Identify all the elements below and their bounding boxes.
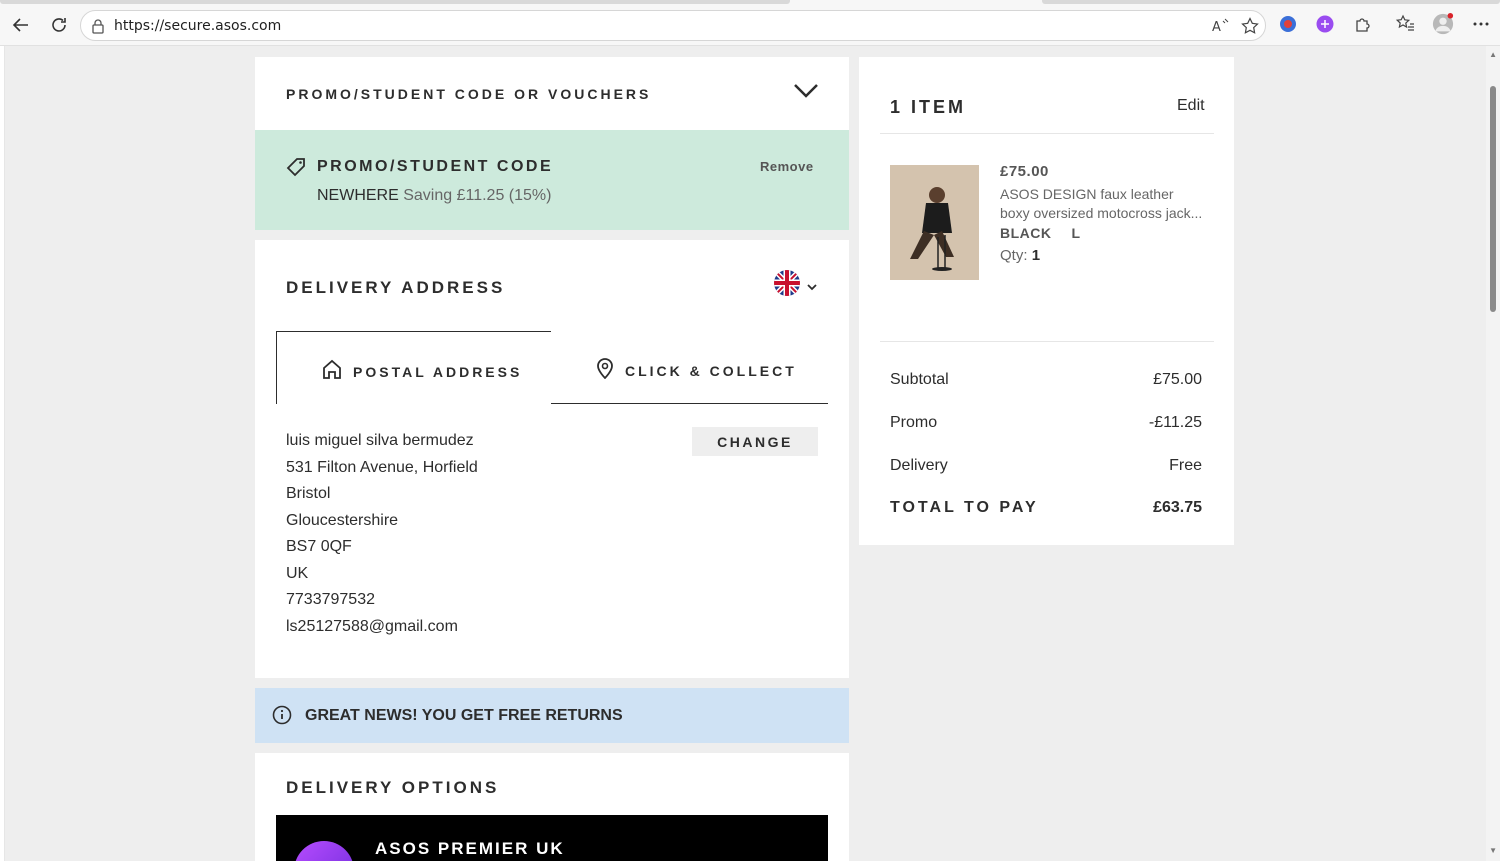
info-icon xyxy=(272,705,292,730)
promo-applied-title: PROMO/STUDENT CODE xyxy=(317,158,554,175)
favorite-star-icon[interactable] xyxy=(1240,16,1260,36)
remove-promo-link[interactable]: Remove xyxy=(760,159,814,174)
total-label: TOTAL TO PAY xyxy=(890,499,1039,516)
read-aloud-icon[interactable]: A xyxy=(1211,16,1231,36)
scroll-thumb[interactable] xyxy=(1490,86,1496,312)
tab-inactive[interactable] xyxy=(1042,0,1500,4)
item-price: £75.00 xyxy=(1000,163,1049,180)
address-line: 531 Filton Avenue, Horfield xyxy=(286,458,478,476)
uk-flag-icon[interactable] xyxy=(774,270,800,301)
promo-code-line: NEWHERE Saving £11.25 (15%) xyxy=(317,187,551,205)
tab-postal-address[interactable]: POSTAL ADDRESS xyxy=(276,331,552,404)
address-bar[interactable]: https://secure.asos.com A xyxy=(80,10,1266,41)
lock-icon[interactable] xyxy=(91,18,105,39)
item-quantity: Qty: 1 xyxy=(1000,247,1040,264)
change-address-button[interactable]: CHANGE xyxy=(692,427,818,456)
product-image-icon xyxy=(890,165,979,280)
promo-toggle-label: PROMO/STUDENT CODE OR VOUCHERS xyxy=(286,86,652,102)
url-text[interactable]: https://secure.asos.com xyxy=(114,18,281,34)
address-block: luis miguel silva bermudez 531 Filton Av… xyxy=(286,428,478,640)
favorites-list-icon[interactable] xyxy=(1394,13,1416,35)
row-label: Delivery xyxy=(890,457,948,474)
extension-purple-icon[interactable] xyxy=(1314,13,1336,35)
row-value: £75.00 xyxy=(1153,371,1202,388)
asos-premier-option[interactable]: ASOS PREMIER UK xyxy=(276,815,828,861)
address-line: luis miguel silva bermudez xyxy=(286,432,474,449)
delivery-row: Delivery Free xyxy=(890,457,1202,475)
delivery-options-heading: DELIVERY OPTIONS xyxy=(286,778,500,797)
back-arrow-icon xyxy=(12,18,28,32)
qty-label: Qty: xyxy=(1000,247,1028,264)
tab-postal-label: POSTAL ADDRESS xyxy=(353,363,523,380)
promo-code: NEWHERE xyxy=(317,187,399,204)
location-pin-icon xyxy=(595,357,615,384)
address-line: ls25127588@gmail.com xyxy=(286,617,458,635)
edit-bag-link[interactable]: Edit xyxy=(1177,97,1205,115)
extensions-puzzle-icon[interactable] xyxy=(1352,13,1374,35)
scroll-up-arrow-icon[interactable]: ▲ xyxy=(1489,50,1497,59)
item-size: L xyxy=(1071,225,1081,241)
divider xyxy=(880,133,1214,134)
premier-logo-icon xyxy=(294,841,354,861)
address-line: BS7 0QF xyxy=(286,538,352,555)
country-chevron-down-icon[interactable] xyxy=(807,278,817,296)
browser-chrome: https://secure.asos.com A xyxy=(0,0,1500,46)
address-line: UK xyxy=(286,564,309,582)
promo-saving: Saving £11.25 (15%) xyxy=(403,187,552,204)
more-menu-icon[interactable] xyxy=(1470,13,1492,35)
tab-collect-label: CLICK & COLLECT xyxy=(625,362,797,379)
product-thumbnail[interactable] xyxy=(890,165,979,280)
premier-label: ASOS PREMIER UK xyxy=(375,839,565,858)
row-value: Free xyxy=(1169,457,1202,474)
refresh-button[interactable] xyxy=(46,12,72,38)
item-name-line: boxy oversized motocross jack... xyxy=(1000,205,1203,221)
scroll-down-arrow-icon[interactable]: ▼ xyxy=(1489,846,1497,855)
profile-avatar-icon[interactable] xyxy=(1432,13,1454,35)
divider xyxy=(880,341,1214,342)
tab-click-collect[interactable]: CLICK & COLLECT xyxy=(551,331,828,404)
address-line: Gloucestershire xyxy=(286,511,399,529)
house-icon xyxy=(321,358,343,385)
tab-strip xyxy=(0,0,1500,5)
item-name-line: ASOS DESIGN faux leather xyxy=(1000,186,1174,202)
item-name[interactable]: ASOS DESIGN faux leather boxy oversized … xyxy=(1000,185,1210,223)
chevron-down-icon[interactable] xyxy=(793,83,819,104)
promo-row: Promo -£11.25 xyxy=(890,414,1202,432)
item-attributes: BLACK L xyxy=(1000,225,1081,241)
total-value: £63.75 xyxy=(1153,499,1202,516)
vertical-scrollbar[interactable]: ▲ ▼ xyxy=(1486,46,1500,861)
tab-active[interactable] xyxy=(0,0,790,4)
row-value: -£11.25 xyxy=(1148,414,1202,431)
refresh-icon xyxy=(52,18,66,32)
price-tag-icon xyxy=(285,156,307,183)
item-count-heading: 1 ITEM xyxy=(890,97,967,117)
delivery-options-panel: DELIVERY OPTIONS ASOS PREMIER UK xyxy=(255,753,849,861)
extension-shield-icon[interactable] xyxy=(1277,13,1299,35)
svg-text:A: A xyxy=(1212,20,1221,34)
row-label: Subtotal xyxy=(890,371,949,388)
subtotal-row: Subtotal £75.00 xyxy=(890,371,1202,389)
total-row: TOTAL TO PAY £63.75 xyxy=(890,499,1202,517)
back-button[interactable] xyxy=(8,12,34,38)
item-color: BLACK xyxy=(1000,225,1052,241)
address-line: Bristol xyxy=(286,485,331,502)
promo-toggle-panel[interactable]: PROMO/STUDENT CODE OR VOUCHERS xyxy=(255,57,849,130)
delivery-address-heading: DELIVERY ADDRESS xyxy=(286,278,506,297)
address-line: 7733797532 xyxy=(286,591,375,608)
row-label: Promo xyxy=(890,414,938,431)
promo-applied-banner: PROMO/STUDENT CODE Remove NEWHERE Saving… xyxy=(255,130,849,230)
free-returns-notice: GREAT NEWS! YOU GET FREE RETURNS xyxy=(255,688,849,743)
free-returns-text: GREAT NEWS! YOU GET FREE RETURNS xyxy=(305,707,623,724)
order-summary-panel: 1 ITEM Edit £75.00 ASOS DESIGN faux leat… xyxy=(859,57,1234,545)
qty-value: 1 xyxy=(1031,247,1041,264)
page-viewport: PROMO/STUDENT CODE OR VOUCHERS PROMO/STU… xyxy=(4,46,1500,861)
delivery-address-panel: DELIVERY ADDRESS POSTAL ADDRESS CLICK & … xyxy=(255,240,849,678)
